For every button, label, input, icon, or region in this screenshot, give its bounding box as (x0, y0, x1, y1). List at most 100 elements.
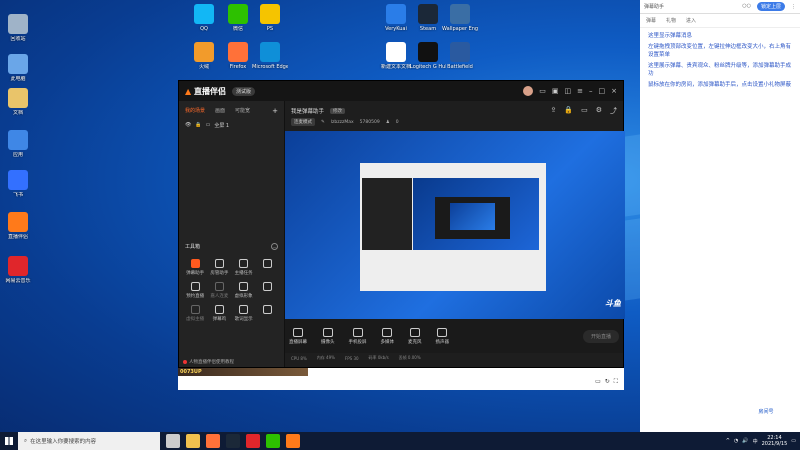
center-area: 我是弹幕助手 修改 ⇪ 🔒 ▭ ⚙ ⤴ 连麦模式 ✎ lzbzzzMax 578… (285, 101, 625, 367)
tab-layout[interactable]: 可能宽 (235, 107, 250, 115)
settings-icon[interactable]: ⚙ (596, 106, 602, 116)
desktop-icon[interactable]: 此电脑 (0, 54, 36, 82)
wechat-icon[interactable] (266, 434, 280, 448)
steam-icon[interactable] (226, 434, 240, 448)
notification-icon[interactable]: ▭ (791, 438, 796, 444)
tool-icon (239, 305, 249, 314)
toolbox-item[interactable] (256, 305, 280, 322)
toolbox-item[interactable]: 歌词显示 (232, 305, 256, 322)
ime-indicator[interactable]: 中 (753, 438, 758, 445)
minimize-icon[interactable]: – (589, 87, 593, 95)
toolbox-item[interactable] (256, 259, 280, 276)
lock-toggle[interactable]: ○○ 锁定上层 (738, 2, 785, 11)
add-scene-button[interactable]: + (272, 107, 278, 115)
desktop-icon[interactable]: 微信 (220, 4, 256, 32)
source-icon (322, 327, 333, 337)
toolbox-item[interactable]: 嘉人连麦 (207, 282, 231, 299)
refresh-icon[interactable]: ↻ (605, 378, 610, 386)
pencil-icon[interactable]: ✎ (321, 120, 325, 125)
desktop-icon[interactable]: 飞书 (0, 170, 36, 198)
start-button[interactable] (0, 432, 18, 450)
start-live-button[interactable]: 开始直播 (582, 329, 619, 343)
desktop-icon[interactable]: 网易云音乐 (0, 256, 36, 284)
wallet-icon[interactable]: ◫ (565, 87, 572, 95)
chevron-up-icon[interactable]: ^ (726, 438, 730, 444)
nested-preview-2 (450, 203, 495, 230)
toolbox-more-icon[interactable]: … (271, 243, 278, 250)
edit-title-button[interactable]: 修改 (330, 108, 346, 114)
panel-close-icon[interactable]: ⋮ (791, 4, 796, 10)
network-icon[interactable]: ◔ (734, 438, 738, 444)
taskbar-search[interactable]: ⌕ 在这里输入你要搜索的内容 (18, 432, 160, 450)
live-preview[interactable]: 斗鱼 (285, 131, 625, 319)
desktop-icon-label: QQ (200, 26, 208, 32)
clock[interactable]: 22:14 2021/9/15 (762, 435, 788, 447)
desktop-icon-label: PS (266, 26, 274, 32)
desktop-icon[interactable]: Wallpaper Engine (442, 4, 478, 32)
source-label: 多媒体 (380, 339, 395, 345)
desktop-icon[interactable]: PS (252, 4, 288, 32)
source-button[interactable]: 摄像头 (321, 327, 335, 345)
toolbox-item[interactable]: 主播任务 (232, 259, 256, 276)
desktop-icon[interactable]: Firefox (220, 42, 256, 70)
mode-badge[interactable]: 连麦模式 (291, 118, 315, 126)
source-button[interactable]: 扬声器 (436, 327, 449, 345)
record-icon[interactable]: ▭ (595, 378, 601, 386)
desktop-icon[interactable]: 直播伴侣 (0, 212, 36, 240)
toolbox-item[interactable]: 弹幕助手 (183, 259, 207, 276)
panel-tab-gift[interactable]: 礼物 (666, 17, 676, 24)
panel-tab-danmaku[interactable]: 弹幕 (646, 17, 656, 24)
lock-icon[interactable]: 🔒 (195, 122, 201, 129)
app-icon (260, 42, 280, 62)
toolbox-item[interactable]: 虚拟主播 (183, 305, 207, 322)
tutorial-link[interactable]: 人物直播伴侣使用教程 (183, 359, 234, 365)
desktop-icon[interactable]: Steam (410, 4, 446, 32)
firefox-icon[interactable] (206, 434, 220, 448)
desktop-icon[interactable]: 火绒 (186, 42, 222, 70)
user-avatar[interactable] (523, 86, 534, 96)
link-icon[interactable]: ⤴ (610, 106, 617, 116)
gift-icon[interactable]: ▣ (552, 87, 559, 95)
source-button[interactable]: 手机投屏 (349, 327, 367, 345)
app-icon (194, 4, 214, 24)
scene-item[interactable]: 👁 🔒 ▭ 全屏 1 (179, 118, 284, 133)
volume-icon[interactable]: 🔊 (742, 438, 748, 444)
toggle-off[interactable]: ○○ (738, 2, 755, 11)
toolbox-item[interactable]: 房管助手 (207, 259, 231, 276)
fullscreen-icon[interactable]: ⛶ (614, 378, 618, 386)
toolbox-item[interactable] (256, 282, 280, 299)
source-button[interactable]: 麦克风 (408, 327, 422, 345)
screen-icon[interactable]: ▭ (581, 106, 588, 116)
tab-my-scenes[interactable]: 我的场景 (185, 107, 205, 115)
close-icon[interactable]: × (611, 87, 617, 95)
lock-icon[interactable]: 🔒 (564, 106, 573, 116)
source-button[interactable]: 多媒体 (380, 327, 395, 345)
desktop-icon[interactable]: 新建文本文档 (378, 42, 414, 70)
desktop-icon[interactable]: QQ (186, 4, 222, 32)
livemate-icon[interactable] (286, 434, 300, 448)
explorer-icon[interactable] (186, 434, 200, 448)
netease-music-icon[interactable] (246, 434, 260, 448)
message-icon[interactable]: ▭ (539, 87, 546, 95)
toggle-on[interactable]: 锁定上层 (756, 2, 785, 11)
desktop-icon[interactable]: 回收站 (0, 14, 36, 42)
desktop-icon[interactable]: 应用 (0, 130, 36, 158)
share-icon[interactable]: ⇪ (551, 106, 557, 116)
menu-icon[interactable]: ≡ (577, 87, 583, 95)
desktop-icon[interactable]: 文档 (0, 88, 36, 116)
toolbox-item[interactable]: 虚拟形象 (232, 282, 256, 299)
eye-icon[interactable]: 👁 (185, 122, 191, 129)
tab-canvas[interactable]: 画面 (215, 107, 225, 115)
desktop-icon[interactable]: Battlefield (442, 42, 478, 70)
maximize-icon[interactable]: □ (599, 87, 606, 95)
source-button[interactable]: 直播屏幕 (289, 327, 307, 345)
desktop-icon-label: 网易云音乐 (5, 278, 31, 284)
task-view-icon[interactable] (166, 434, 180, 448)
desktop-icon[interactable]: VeryKuai (378, 4, 414, 32)
panel-header[interactable]: 弹幕助手 ○○ 锁定上层 ⋮ (640, 0, 800, 14)
desktop-icon[interactable]: Logitech G Hub (410, 42, 446, 70)
toolbox-item[interactable]: 弹幕鸡 (207, 305, 231, 322)
toolbox-item[interactable]: 预约直播 (183, 282, 207, 299)
desktop-icon[interactable]: Microsoft Edge (252, 42, 288, 70)
panel-tab-enter[interactable]: 进入 (686, 17, 696, 24)
